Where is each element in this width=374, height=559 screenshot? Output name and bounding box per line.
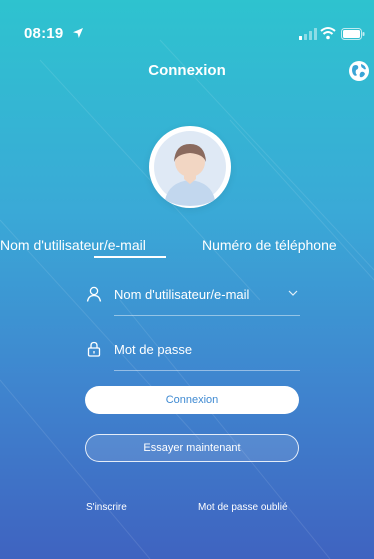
forgot-password-link[interactable]: Mot de passe oublié xyxy=(198,502,288,513)
status-bar: 08:19 xyxy=(0,0,374,44)
try-now-button[interactable]: Essayer maintenant xyxy=(85,434,299,462)
globe-icon[interactable] xyxy=(348,60,370,82)
tab-phone-number[interactable]: Numéro de téléphone xyxy=(202,237,337,253)
lock-icon xyxy=(87,341,101,357)
username-underline xyxy=(114,315,300,316)
tab-username-email[interactable]: Nom d'utilisateur/e-mail xyxy=(0,237,146,253)
username-field[interactable]: Nom d'utilisateur/e-mail xyxy=(86,284,300,316)
password-underline xyxy=(114,370,300,371)
username-placeholder: Nom d'utilisateur/e-mail xyxy=(114,287,250,302)
avatar xyxy=(149,126,231,208)
signup-link[interactable]: S'inscrire xyxy=(86,502,127,513)
location-arrow-icon xyxy=(73,28,83,38)
chevron-down-icon[interactable] xyxy=(288,289,298,297)
background-decoration xyxy=(0,39,374,559)
active-tab-indicator xyxy=(94,256,166,258)
password-placeholder: Mot de passe xyxy=(114,342,193,357)
user-icon xyxy=(86,286,102,302)
signal-icon xyxy=(299,28,317,40)
status-time: 08:19 xyxy=(24,25,64,42)
user-avatar-icon xyxy=(154,131,226,206)
login-button[interactable]: Connexion xyxy=(85,386,299,414)
battery-icon xyxy=(341,28,365,40)
page-title: Connexion xyxy=(148,62,226,79)
password-field[interactable]: Mot de passe xyxy=(86,339,300,371)
wifi-icon xyxy=(320,27,336,40)
